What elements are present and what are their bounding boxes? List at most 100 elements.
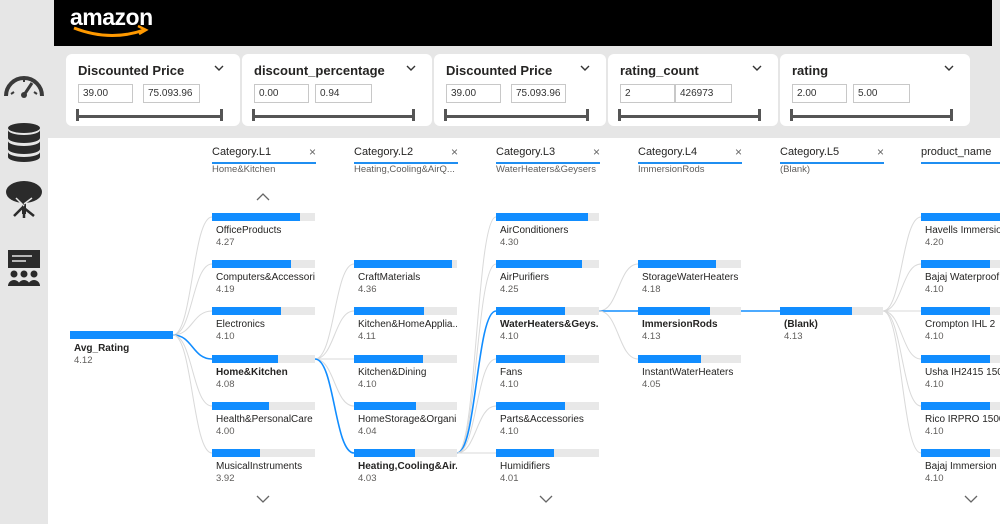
- chevron-down-icon[interactable]: [580, 64, 590, 72]
- slider-handle-min[interactable]: [252, 109, 255, 121]
- tree-link: [882, 310, 922, 407]
- speedometer-icon[interactable]: [2, 64, 46, 108]
- node-value-bar: [354, 260, 452, 268]
- slider-handle-min[interactable]: [790, 109, 793, 121]
- tree-link: [172, 334, 213, 454]
- tree-node[interactable]: Heating,Cooling&Air... 4.03: [354, 449, 457, 485]
- node-label: Havells Immersion: [925, 225, 1000, 236]
- node-value: 4.03: [358, 473, 377, 484]
- tree-node[interactable]: StorageWaterHeaters 4.18: [638, 260, 741, 296]
- tree-node[interactable]: Usha IH2415 150 4.10: [921, 355, 1000, 391]
- smile-arrow-icon: [73, 24, 149, 38]
- node-value: 4.13: [784, 331, 803, 342]
- tree-node[interactable]: AirConditioners 4.30: [496, 213, 599, 249]
- tree-node[interactable]: Health&PersonalCare 4.00: [212, 402, 315, 438]
- scroll-up-chevron-icon[interactable]: [256, 193, 270, 201]
- node-label: HomeStorage&Organi...: [358, 414, 457, 425]
- scroll-down-chevron-icon[interactable]: [256, 495, 270, 503]
- node-value-bar: [638, 260, 716, 268]
- node-label: Fans: [500, 367, 523, 378]
- node-value: 4.08: [216, 379, 235, 390]
- scroll-down-chevron-icon[interactable]: [539, 495, 553, 503]
- slider-handle-max[interactable]: [758, 109, 761, 121]
- slider-handle-max[interactable]: [950, 109, 953, 121]
- tree-node[interactable]: Fans 4.10: [496, 355, 599, 391]
- range-min-input[interactable]: 39.00: [78, 84, 133, 103]
- range-max-input[interactable]: 426973: [675, 84, 732, 103]
- decomposition-tree: Avg_Rating 4.12 Category.L1 × Home&Kitchen Of…: [48, 138, 1000, 524]
- root-node[interactable]: Avg_Rating 4.12: [70, 331, 173, 367]
- close-icon[interactable]: ×: [735, 145, 742, 159]
- tree-node[interactable]: WaterHeaters&Geys... 4.10: [496, 307, 599, 343]
- tree-node[interactable]: (Blank) 4.13: [780, 307, 883, 343]
- range-max-input[interactable]: 75.093.96: [511, 84, 566, 103]
- range-min-input[interactable]: 0.00: [254, 84, 309, 103]
- node-value: 4.10: [500, 426, 519, 437]
- tree-node[interactable]: HomeStorage&Organi... 4.04: [354, 402, 457, 438]
- tree-node[interactable]: ImmersionRods 4.13: [638, 307, 741, 343]
- tree-node[interactable]: Home&Kitchen 4.08: [212, 355, 315, 391]
- tree-node[interactable]: InstantWaterHeaters 4.05: [638, 355, 741, 391]
- close-icon[interactable]: ×: [877, 145, 884, 159]
- node-value-bar: [496, 260, 582, 268]
- range-min-input[interactable]: 2: [620, 84, 675, 103]
- presentation-icon[interactable]: [2, 246, 46, 290]
- scroll-down-chevron-icon[interactable]: [964, 495, 978, 503]
- tree-node[interactable]: CraftMaterials 4.36: [354, 260, 457, 296]
- range-max-input[interactable]: 0.94: [315, 84, 372, 103]
- node-value-bar: [638, 355, 701, 363]
- tree-node[interactable]: Kitchen&HomeApplia... 4.11: [354, 307, 457, 343]
- tree-node[interactable]: OfficeProducts 4.27: [212, 213, 315, 249]
- tree-node[interactable]: Havells Immersion 4.20: [921, 213, 1000, 249]
- node-value-bar: [496, 402, 565, 410]
- node-label: (Blank): [784, 319, 818, 330]
- slider-handle-max[interactable]: [412, 109, 415, 121]
- slider-handle-min[interactable]: [444, 109, 447, 121]
- tree-node[interactable]: Parts&Accessories 4.10: [496, 402, 599, 438]
- close-icon[interactable]: ×: [451, 145, 458, 159]
- tree-node[interactable]: Rico IRPRO 1500 4.10: [921, 402, 1000, 438]
- slider-handle-max[interactable]: [586, 109, 589, 121]
- close-icon[interactable]: ×: [593, 145, 600, 159]
- node-value: 4.05: [642, 379, 661, 390]
- range-max-input[interactable]: 5.00: [853, 84, 910, 103]
- slicer-title: Discounted Price: [446, 63, 553, 78]
- tree-node[interactable]: AirPurifiers 4.25: [496, 260, 599, 296]
- tree-node[interactable]: Kitchen&Dining 4.10: [354, 355, 457, 391]
- node-value-bar: [212, 449, 260, 457]
- node-value-bar: [212, 307, 281, 315]
- level-selected-value: ImmersionRods: [638, 164, 705, 175]
- tree-node[interactable]: Bajaj Waterproof 4.10: [921, 260, 1000, 296]
- slider-handle-min[interactable]: [76, 109, 79, 121]
- range-min-input[interactable]: 39.00: [446, 84, 501, 103]
- tree-icon[interactable]: [2, 178, 46, 222]
- tree-link: [598, 310, 639, 360]
- tree-node[interactable]: Humidifiers 4.01: [496, 449, 599, 485]
- range-min-input[interactable]: 2.00: [792, 84, 847, 103]
- node-value-bar: [212, 213, 300, 221]
- tree-node[interactable]: MusicalInstruments 3.92: [212, 449, 315, 485]
- chevron-down-icon[interactable]: [406, 64, 416, 72]
- slicer-title: discount_percentage: [254, 63, 385, 78]
- chevron-down-icon[interactable]: [752, 64, 762, 72]
- amazon-logo[interactable]: amazon: [70, 2, 170, 42]
- tree-node[interactable]: Electronics 4.10: [212, 307, 315, 343]
- node-value-bar: [354, 449, 415, 457]
- range-slicer: rating 2.00 5.00: [780, 54, 970, 126]
- slider-handle-min[interactable]: [618, 109, 621, 121]
- node-value-bar: [638, 307, 710, 315]
- slider-handle-max[interactable]: [220, 109, 223, 121]
- node-value: 4.10: [500, 379, 519, 390]
- range-slicer: discount_percentage 0.00 0.94: [242, 54, 432, 126]
- database-icon[interactable]: [2, 120, 46, 164]
- slicer-title: rating_count: [620, 63, 699, 78]
- chevron-down-icon[interactable]: [944, 64, 954, 72]
- range-max-input[interactable]: 75.093.96: [143, 84, 200, 103]
- tree-node[interactable]: Crompton IHL 2 4.10: [921, 307, 1000, 343]
- node-label: AirConditioners: [500, 225, 569, 236]
- tree-node[interactable]: Bajaj Immersion 4.10: [921, 449, 1000, 485]
- close-icon[interactable]: ×: [309, 145, 316, 159]
- chevron-down-icon[interactable]: [214, 64, 224, 72]
- tree-node[interactable]: Computers&Accessories 4.19: [212, 260, 315, 296]
- node-value: 4.10: [925, 473, 944, 484]
